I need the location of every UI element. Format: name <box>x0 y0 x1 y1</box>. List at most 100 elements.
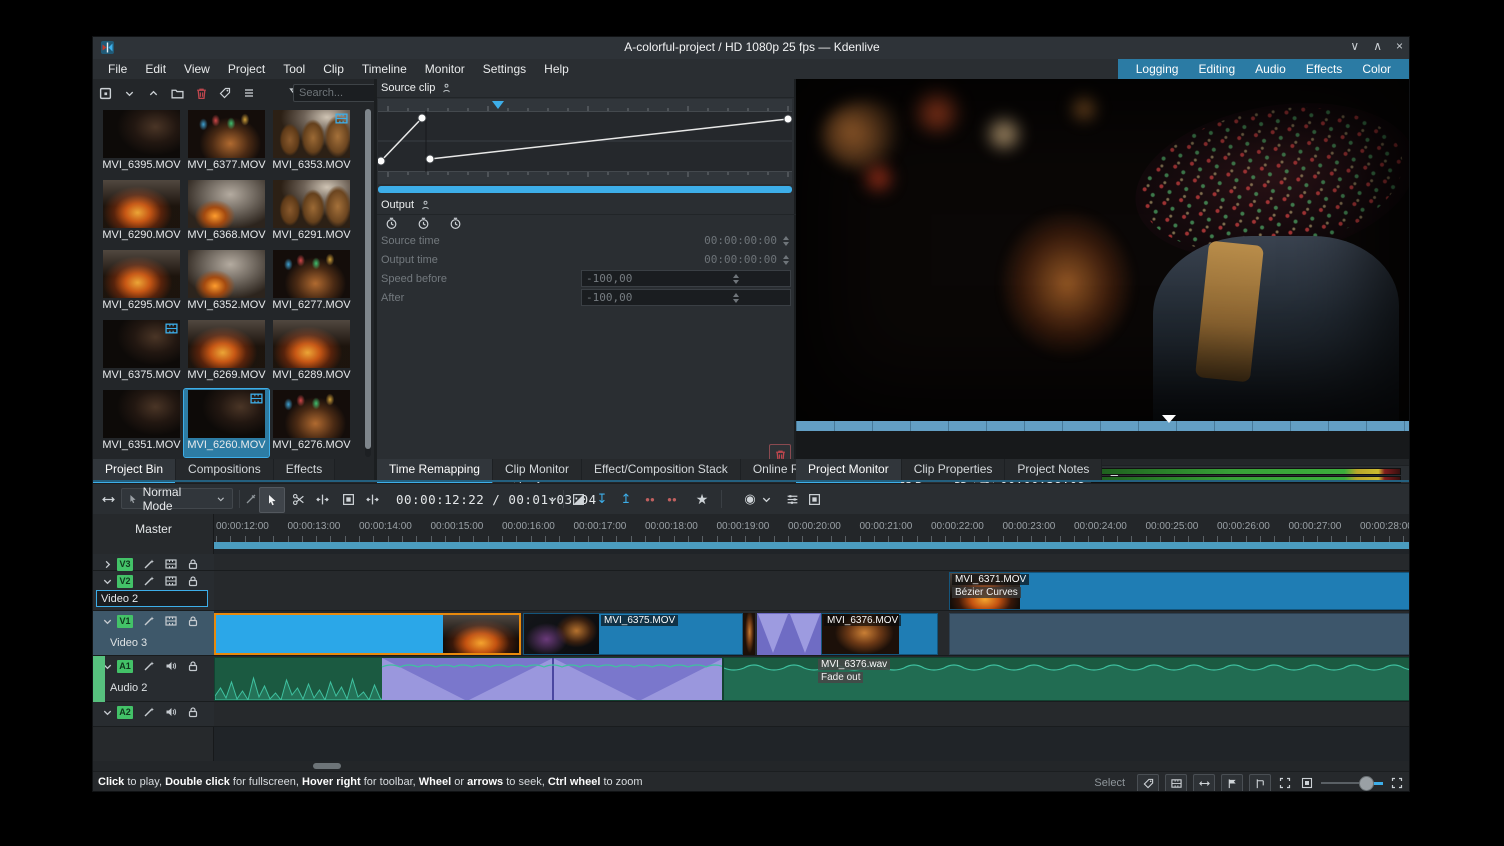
menu-edit[interactable]: Edit <box>136 60 175 78</box>
view-options-icon[interactable] <box>241 85 257 101</box>
timecode-dropdown-icon[interactable] <box>545 484 559 514</box>
tab-time-remapping[interactable]: Time Remapping <box>377 459 493 481</box>
show-tags-button[interactable] <box>1137 774 1159 793</box>
composition-wipe[interactable] <box>757 613 821 655</box>
tab-effect-composition-stack[interactable]: Effect/Composition Stack <box>582 459 741 481</box>
menu-file[interactable]: File <box>99 60 136 78</box>
lift-zone-icon[interactable]: ●● <box>663 484 681 514</box>
tab-project-notes[interactable]: Project Notes <box>1005 459 1102 481</box>
track-rename-input[interactable] <box>96 590 208 607</box>
bin-clip[interactable]: MVI_6377.MOV <box>184 109 269 177</box>
tags-icon[interactable] <box>217 85 233 101</box>
lock-icon[interactable] <box>187 615 199 627</box>
extract-zone-icon[interactable]: ●● <box>641 484 659 514</box>
razor-tool-icon[interactable] <box>243 484 259 514</box>
field-input[interactable]: -100,00 <box>581 289 791 306</box>
add-clip-dropdown-icon[interactable] <box>121 85 137 101</box>
clip-selected-color[interactable] <box>214 613 521 655</box>
tab-effects[interactable]: Effects <box>274 459 335 481</box>
bin-clip[interactable]: MVI_6295.MOV <box>99 249 184 317</box>
slip-tool-icon[interactable] <box>339 484 357 514</box>
master-track-button[interactable]: Master <box>93 519 214 539</box>
field-spinner[interactable] <box>686 274 786 284</box>
timeline-zone-bar[interactable] <box>214 542 1410 549</box>
delete-clip-icon[interactable] <box>193 85 209 101</box>
menu-timeline[interactable]: Timeline <box>353 60 416 78</box>
bin-clip[interactable]: MVI_6351.MOV <box>99 389 184 457</box>
menu-help[interactable]: Help <box>535 60 578 78</box>
workspace-tab-audio[interactable]: Audio <box>1245 60 1296 78</box>
overwrite-zone-icon[interactable]: ↥ <box>617 484 635 514</box>
thumbnails-icon[interactable] <box>165 615 177 627</box>
add-clip-icon[interactable] <box>97 85 113 101</box>
ripple-tool-icon[interactable] <box>363 484 381 514</box>
tab-project-monitor[interactable]: Project Monitor <box>796 459 902 481</box>
record-arm-indicator[interactable] <box>93 656 105 702</box>
lock-icon[interactable] <box>187 558 199 570</box>
close-icon[interactable]: × <box>1396 39 1403 53</box>
track-lane-v3[interactable] <box>214 554 1410 571</box>
mix-clips-icon[interactable] <box>569 484 587 514</box>
track-id-badge[interactable]: A2 <box>117 706 133 719</box>
maximize-icon[interactable]: ∧ <box>1373 39 1382 53</box>
field-spinner[interactable] <box>781 236 791 246</box>
monitor-playhead-icon[interactable] <box>1162 415 1176 423</box>
field-spinner[interactable] <box>781 255 791 265</box>
workspace-tab-effects[interactable]: Effects <box>1296 60 1352 78</box>
zoom-project-icon[interactable] <box>1277 775 1293 791</box>
workspace-tab-logging[interactable]: Logging <box>1126 60 1189 78</box>
track-head-a1[interactable]: A1Audio 2 <box>93 656 214 702</box>
subtitle-icon[interactable] <box>805 484 823 514</box>
cut-tool-icon[interactable] <box>289 484 307 514</box>
timeline-ruler[interactable]: 00:00:12:0000:00:13:0000:00:14:0000:00:1… <box>214 514 1410 542</box>
bin-clip[interactable]: MVI_6276.MOV <box>269 389 354 457</box>
effects-icon[interactable] <box>143 660 155 672</box>
effects-icon[interactable] <box>143 706 155 718</box>
field-spinner[interactable] <box>686 293 786 303</box>
insert-zone-icon[interactable]: ↧ <box>593 484 611 514</box>
menu-tool[interactable]: Tool <box>274 60 314 78</box>
menu-monitor[interactable]: Monitor <box>416 60 474 78</box>
edit-mode-select[interactable]: Normal Mode <box>121 488 233 509</box>
bin-clip[interactable]: MVI_6352.MOV <box>184 249 269 317</box>
bin-clip[interactable]: MVI_6353.MOV <box>269 109 354 177</box>
favorite-effects-icon[interactable]: ★ <box>693 484 711 514</box>
menu-settings[interactable]: Settings <box>474 60 535 78</box>
track-head-v2[interactable]: V2 <box>93 571 214 611</box>
time-after-icon[interactable] <box>447 215 463 231</box>
track-lane-a2[interactable] <box>214 702 1410 727</box>
menu-clip[interactable]: Clip <box>314 60 353 78</box>
track-head-v3[interactable]: V3 <box>93 554 214 571</box>
bin-scrollbar[interactable] <box>365 109 371 457</box>
show-markers-button[interactable] <box>1221 774 1243 793</box>
clip-audio-1[interactable] <box>214 657 723 701</box>
tab-clip-properties[interactable]: Clip Properties <box>902 459 1006 481</box>
record-dropdown-icon[interactable] <box>759 484 773 514</box>
clip-fragment[interactable] <box>743 613 755 655</box>
mute-icon[interactable] <box>165 706 177 718</box>
show-waveforms-button[interactable] <box>1193 774 1215 793</box>
track-head-a2[interactable]: A2 <box>93 702 214 727</box>
lock-icon[interactable] <box>187 706 199 718</box>
clip-mvi6371[interactable]: MVI_6371.MOVBézier Curves <box>949 572 1410 610</box>
effects-icon[interactable] <box>143 575 155 587</box>
minimize-icon[interactable]: ∨ <box>1350 39 1359 53</box>
timeline-hscrollbar[interactable] <box>93 761 1410 771</box>
bin-clip[interactable]: MVI_6277.MOV <box>269 249 354 317</box>
tab-clip-monitor[interactable]: Clip Monitor <box>493 459 582 481</box>
clip-mvi6376[interactable]: MVI_6376.MOV <box>821 613 938 655</box>
thumbnails-icon[interactable] <box>165 575 177 587</box>
clip-mvi6376-wav[interactable]: MVI_6376.wavFade out <box>723 657 1410 701</box>
mixer-icon[interactable] <box>783 484 801 514</box>
scrollbar-thumb[interactable] <box>313 763 341 769</box>
track-id-badge[interactable]: V2 <box>117 575 133 588</box>
bin-clip[interactable]: MVI_6260.MOV <box>184 389 269 457</box>
clip-video-plain[interactable] <box>949 613 1410 655</box>
timeline-edit-icon[interactable] <box>99 484 117 514</box>
bin-clip[interactable]: MVI_6395.MOV <box>99 109 184 177</box>
record-icon[interactable]: ◉ <box>741 484 759 514</box>
search-input[interactable] <box>293 84 381 102</box>
field-input[interactable]: -100,00 <box>581 270 791 287</box>
spacer-tool-icon[interactable] <box>313 484 331 514</box>
bin-clip[interactable]: MVI_6289.MOV <box>269 319 354 387</box>
